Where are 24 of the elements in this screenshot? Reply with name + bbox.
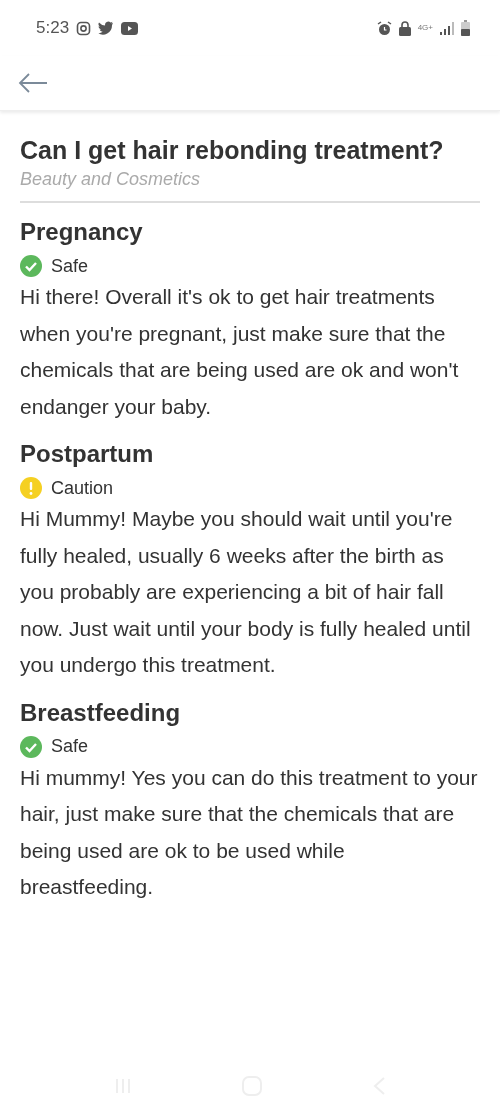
alarm-icon [376, 20, 392, 36]
check-icon [20, 255, 42, 277]
battery-icon [461, 20, 470, 36]
answer-text: Hi there! Overall it's ok to get hair treatments when you're pregnant, just make sure that the chemicals that are being used are ok and won't endanger your baby. [20, 284, 460, 420]
category-label: Beauty and Cosmetics [20, 167, 480, 203]
clock-time: 5:23 [36, 18, 70, 38]
check-icon [20, 735, 42, 758]
warning-icon [20, 477, 42, 499]
network-type: 4G+ [417, 24, 433, 32]
camera-icon [76, 20, 92, 36]
verdict-label: Safe [51, 736, 89, 757]
lock-icon [398, 20, 411, 36]
question-title: Can I get hair rebonding treatment? [20, 135, 445, 166]
section-heading: Pregnancy [20, 217, 144, 247]
play-icon [121, 21, 139, 35]
verdict-label: Safe [51, 255, 89, 277]
answer-text: Hi Mummy! Maybe you should wait until you're fully healed, usually 6 weeks after the birth as you probably are experiencing a bit of hair fall now. Just wait until your body is fully healed until you undergo this treatment. [20, 506, 472, 678]
section-heading: Breastfeeding [20, 697, 182, 728]
section-heading: Postpartum [20, 439, 155, 469]
bird-icon [98, 21, 115, 35]
back-arrow-icon[interactable] [18, 72, 48, 94]
signal-icon [440, 21, 454, 35]
verdict-label: Caution [51, 477, 114, 499]
answer-text: Hi mummy! Yes you can do this treatment to your hair, just make sure that the chemicals that are being used are ok to be used while breastfeeding. [20, 764, 479, 900]
